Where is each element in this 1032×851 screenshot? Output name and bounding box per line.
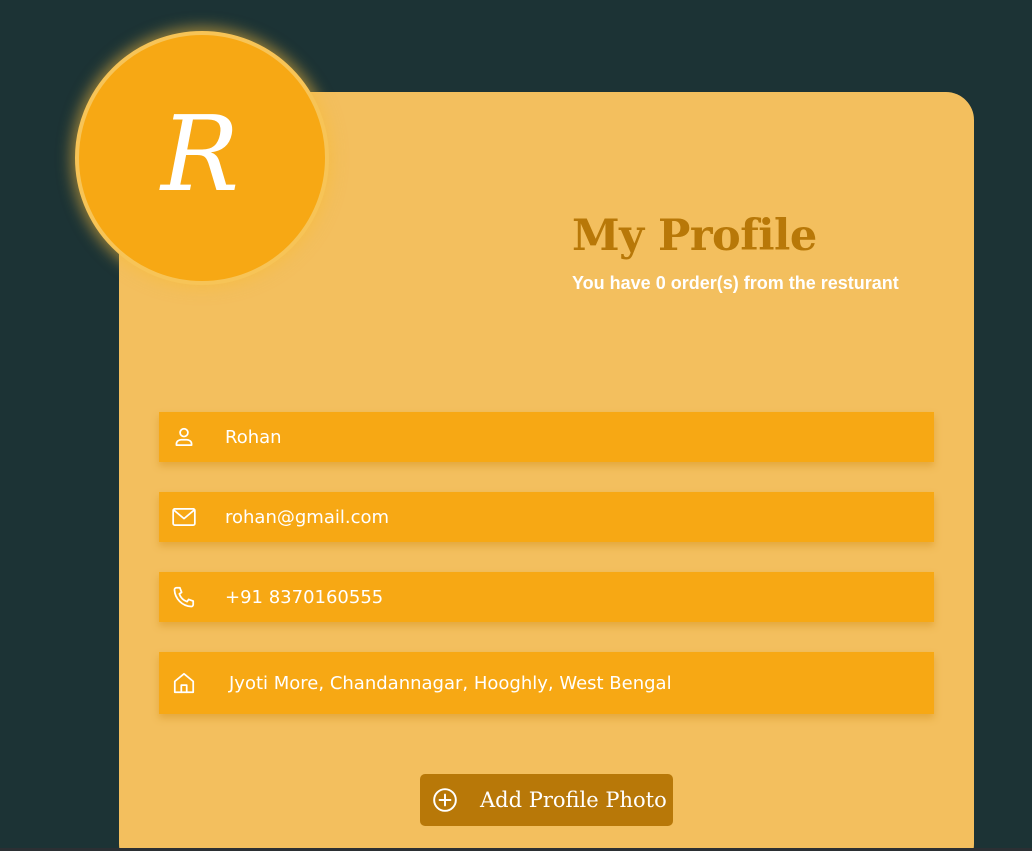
name-value: Rohan bbox=[225, 426, 282, 448]
address-field[interactable]: Jyoti More, Chandannagar, Hooghly, West … bbox=[159, 652, 934, 714]
plus-circle-icon bbox=[432, 787, 458, 813]
add-profile-photo-label: Add Profile Photo bbox=[480, 788, 667, 812]
phone-icon bbox=[171, 584, 197, 610]
page-title: My Profile bbox=[572, 211, 817, 261]
profile-page: R My Profile You have 0 order(s) from th… bbox=[0, 0, 1032, 851]
mail-icon bbox=[171, 504, 197, 530]
phone-value: +91 8370160555 bbox=[225, 586, 384, 608]
add-profile-photo-button[interactable]: Add Profile Photo bbox=[420, 774, 673, 826]
name-field[interactable]: Rohan bbox=[159, 412, 934, 462]
order-count-text: You have 0 order(s) from the resturant bbox=[572, 273, 899, 293]
email-field[interactable]: rohan@gmail.com bbox=[159, 492, 934, 542]
person-icon bbox=[171, 424, 197, 450]
email-value: rohan@gmail.com bbox=[225, 506, 390, 528]
avatar-initial: R bbox=[160, 93, 240, 215]
phone-field[interactable]: +91 8370160555 bbox=[159, 572, 934, 622]
home-icon bbox=[171, 670, 197, 696]
address-value: Jyoti More, Chandannagar, Hooghly, West … bbox=[229, 672, 672, 694]
avatar: R bbox=[75, 31, 329, 285]
